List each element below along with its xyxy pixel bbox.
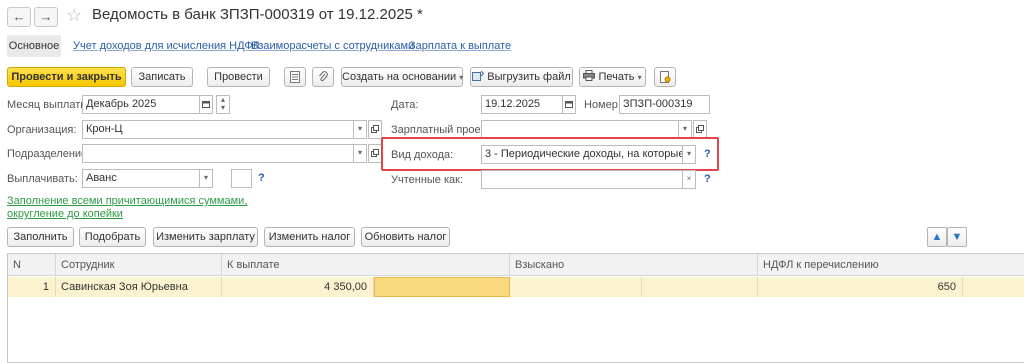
tab-salary-to-pay[interactable]: Зарплата к выплате bbox=[409, 40, 511, 52]
calendar-icon bbox=[565, 101, 573, 108]
row-number: 1 bbox=[8, 277, 56, 297]
pay-help-icon[interactable]: ? bbox=[258, 172, 265, 184]
pay-field[interactable]: Аванс bbox=[82, 169, 200, 188]
pay-dropdown[interactable]: ▾ bbox=[199, 169, 213, 188]
attach-file-button[interactable] bbox=[312, 67, 334, 87]
forward-button[interactable]: → bbox=[34, 7, 58, 27]
row-collected[interactable] bbox=[510, 277, 642, 297]
chevron-down-icon: ▾ bbox=[459, 73, 464, 82]
chevron-down-icon: ▾ bbox=[682, 124, 687, 133]
date-label: Дата: bbox=[391, 99, 419, 111]
post-button[interactable]: Провести bbox=[207, 67, 270, 87]
income-type-field[interactable]: 3 - Периодические доходы, на которые не … bbox=[481, 145, 683, 164]
upload-file-icon bbox=[472, 70, 485, 81]
fill-all-amounts-link[interactable]: Заполнение всеми причитающимися суммами,… bbox=[7, 195, 297, 221]
division-dropdown[interactable]: ▾ bbox=[353, 144, 367, 163]
income-type-help-icon[interactable]: ? bbox=[704, 148, 711, 160]
month-field[interactable]: Декабрь 2025 bbox=[82, 95, 200, 114]
counted-as-label: Учтенные как: bbox=[391, 174, 464, 186]
upload-file-label: Выгрузить файл bbox=[487, 71, 571, 83]
chevron-down-icon: ▾ bbox=[686, 149, 691, 158]
arrow-left-icon: ← bbox=[12, 9, 26, 24]
income-type-dropdown[interactable]: ▾ bbox=[682, 145, 696, 164]
chevron-down-icon: ▾ bbox=[637, 73, 642, 82]
column-header-number[interactable]: N bbox=[8, 254, 56, 276]
date-field[interactable]: 19.12.2025 bbox=[481, 95, 563, 114]
tab-settlements[interactable]: Взаиморасчеты с сотрудниками bbox=[251, 40, 414, 52]
column-header-to-pay[interactable]: К выплате bbox=[222, 254, 510, 276]
document-settings-icon bbox=[659, 71, 670, 83]
fill-button[interactable]: Заполнить bbox=[7, 227, 74, 247]
create-based-on-label: Создать на основании bbox=[342, 71, 457, 83]
organization-dropdown[interactable]: ▾ bbox=[353, 120, 367, 139]
arrow-down-icon: ▼ bbox=[951, 231, 963, 243]
move-up-button[interactable]: ▲ bbox=[927, 227, 947, 247]
change-salary-button[interactable]: Изменить зарплату bbox=[153, 227, 258, 247]
income-type-label: Вид дохода: bbox=[391, 149, 454, 161]
post-and-close-button[interactable]: Провести и закрыть bbox=[7, 67, 126, 87]
create-based-on-button[interactable]: Создать на основании ▾ bbox=[341, 67, 463, 87]
salary-project-label: Зарплатный проект: bbox=[391, 124, 494, 136]
pay-label: Выплачивать: bbox=[7, 173, 78, 185]
page-title: Ведомость в банк ЗПЗП-000319 от 19.12.20… bbox=[92, 6, 423, 23]
open-icon bbox=[696, 125, 704, 133]
open-icon bbox=[371, 125, 379, 133]
spin-down-icon: ▾ bbox=[220, 103, 225, 112]
chevron-down-icon: ▾ bbox=[203, 173, 208, 182]
update-tax-button[interactable]: Обновить налог bbox=[361, 227, 450, 247]
chevron-down-icon: ▾ bbox=[357, 124, 362, 133]
pay-extra-field[interactable] bbox=[231, 169, 252, 188]
number-label: Номер: bbox=[584, 99, 621, 111]
payments-table[interactable]: N Сотрудник К выплате Взыскано НДФЛ к пе… bbox=[7, 253, 1024, 363]
close-icon: × bbox=[686, 174, 692, 183]
open-icon bbox=[371, 149, 379, 157]
pick-button[interactable]: Подобрать bbox=[79, 227, 146, 247]
row-ndfl[interactable]: 650 bbox=[758, 277, 963, 297]
move-down-button[interactable]: ▼ bbox=[947, 227, 967, 247]
arrow-right-icon: → bbox=[39, 9, 53, 24]
list-icon bbox=[290, 71, 300, 83]
column-header-employee[interactable]: Сотрудник bbox=[56, 254, 222, 276]
print-button[interactable]: Печать ▾ bbox=[579, 67, 646, 87]
division-open-button[interactable] bbox=[368, 144, 382, 163]
paperclip-icon bbox=[319, 71, 328, 82]
number-field[interactable]: ЗПЗП-000319 bbox=[619, 95, 710, 114]
month-spinner[interactable]: ▴ ▾ bbox=[216, 95, 230, 114]
back-button[interactable]: ← bbox=[7, 7, 31, 27]
counted-as-help-icon[interactable]: ? bbox=[704, 173, 711, 185]
print-label: Печать bbox=[598, 71, 635, 83]
division-label: Подразделение: bbox=[7, 148, 91, 160]
chevron-down-icon: ▾ bbox=[357, 148, 362, 157]
row-employee[interactable]: Савинская Зоя Юрьевна bbox=[56, 277, 222, 297]
organization-open-button[interactable] bbox=[368, 120, 382, 139]
row-ndfl-extra[interactable] bbox=[963, 277, 1024, 297]
change-tax-button[interactable]: Изменить налог bbox=[264, 227, 355, 247]
table-row[interactable]: 1 Савинская Зоя Юрьевна 4 350,00 650 bbox=[8, 277, 1024, 297]
row-collected-extra[interactable] bbox=[642, 277, 758, 297]
organization-field[interactable]: Крон-Ц bbox=[82, 120, 354, 139]
row-active-cell[interactable] bbox=[374, 277, 510, 297]
printer-icon bbox=[583, 70, 596, 81]
list-report-button[interactable] bbox=[284, 67, 306, 87]
document-settings-button[interactable] bbox=[654, 67, 676, 87]
column-header-ndfl[interactable]: НДФЛ к перечислению bbox=[758, 254, 1024, 276]
save-button[interactable]: Записать bbox=[131, 67, 193, 87]
division-field[interactable] bbox=[82, 144, 354, 163]
column-header-collected[interactable]: Взыскано bbox=[510, 254, 758, 276]
organization-label: Организация: bbox=[7, 124, 77, 136]
month-label: Месяц выплаты: bbox=[7, 99, 92, 111]
favorite-star-icon[interactable]: ☆ bbox=[66, 5, 82, 26]
tab-main[interactable]: Основное bbox=[7, 35, 61, 57]
calendar-button[interactable] bbox=[199, 95, 213, 114]
counted-as-field[interactable] bbox=[481, 170, 683, 189]
upload-file-button[interactable]: Выгрузить файл bbox=[470, 67, 573, 87]
row-to-pay[interactable]: 4 350,00 bbox=[222, 277, 374, 297]
tab-ndfl-income[interactable]: Учет доходов для исчисления НДФЛ bbox=[73, 40, 260, 52]
table-header: N Сотрудник К выплате Взыскано НДФЛ к пе… bbox=[8, 254, 1024, 276]
calendar-icon bbox=[202, 101, 210, 108]
counted-as-clear-button[interactable]: × bbox=[682, 170, 696, 189]
arrow-up-icon: ▲ bbox=[931, 231, 943, 243]
date-calendar-button[interactable] bbox=[562, 95, 576, 114]
